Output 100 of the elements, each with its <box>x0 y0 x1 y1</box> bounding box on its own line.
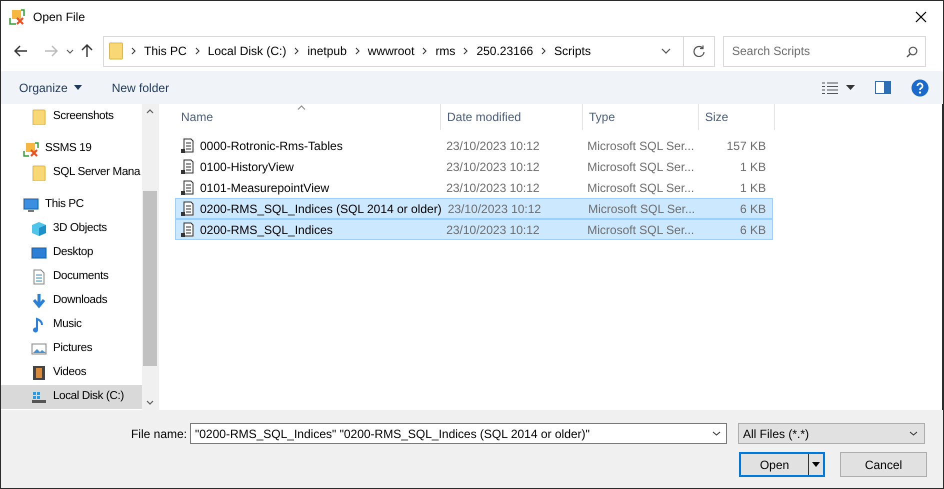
folder-icon <box>31 165 47 181</box>
preview-pane-button[interactable] <box>875 81 891 94</box>
script-file-icon <box>180 222 194 238</box>
navigation-item[interactable]: Screenshots <box>1 105 142 129</box>
scroll-down-icon[interactable] <box>146 400 154 405</box>
chevron-icon[interactable] <box>294 47 300 55</box>
scrollbar-thumb[interactable] <box>143 191 157 366</box>
column-header[interactable]: Date modified <box>441 104 583 130</box>
details-view-icon <box>822 82 838 94</box>
file-name: 0100-HistoryView <box>200 158 294 176</box>
caret-icon <box>812 462 820 467</box>
file-date: 23/10/2023 10:12 <box>445 138 541 154</box>
file-name: 0200-RMS_SQL_Indices <box>200 222 333 238</box>
search-icon <box>906 46 918 58</box>
navigation-item[interactable]: SQL Server Mana <box>1 161 142 185</box>
organize-menu[interactable]: Organize <box>19 78 82 96</box>
column-header[interactable]: Type <box>583 104 699 130</box>
script-file-icon <box>180 180 194 196</box>
address-bar[interactable]: This PC Local Disk (C:) inetpub wwwroot rms 250.23166 Scripts <box>103 36 715 66</box>
dropdown-caret-icon[interactable] <box>712 431 721 436</box>
document-icon <box>31 269 47 285</box>
caret-icon <box>909 431 918 436</box>
back-arrow-icon <box>14 45 28 57</box>
file-type: Microsoft SQL Ser... <box>587 200 696 218</box>
chevron-icon[interactable] <box>463 47 468 55</box>
caret-icon <box>846 85 855 90</box>
file-row[interactable]: 0200-RMS_SQL_Indices 23/10/2023 10:12 Microsoft SQL Ser... 6 KB <box>175 219 773 240</box>
file-row[interactable]: 0100-HistoryView 23/10/2023 10:12 Microsoft SQL Ser... 1 KB <box>175 156 773 177</box>
chevron-icon[interactable] <box>354 47 360 55</box>
breadcrumb[interactable]: 250.23166 <box>476 42 534 60</box>
drive-icon <box>31 389 47 405</box>
script-file-icon <box>180 138 194 154</box>
dropdown-caret-icon[interactable] <box>661 48 671 54</box>
file-name-field[interactable]: "0200-RMS_SQL_Indices" "0200-RMS_SQL_Indices (SQL 2014 or older)" <box>190 423 727 444</box>
file-size: 1 KB <box>738 158 767 176</box>
column-header[interactable]: Name <box>175 104 441 130</box>
chevron-icon[interactable] <box>541 47 546 55</box>
breadcrumb[interactable]: This PC <box>144 42 187 60</box>
up-arrow-icon <box>81 44 93 58</box>
scroll-up-icon[interactable] <box>146 109 154 114</box>
breadcrumb[interactable]: rms <box>435 42 456 60</box>
file-size: 6 KB <box>738 200 767 218</box>
navigation-item[interactable]: Desktop <box>1 241 142 265</box>
folder-icon <box>109 42 123 60</box>
column-header[interactable]: Size <box>699 104 775 130</box>
file-size: 6 KB <box>738 222 767 238</box>
film-icon <box>31 365 47 381</box>
navigation-item[interactable]: Videos <box>1 361 142 385</box>
file-type: Microsoft SQL Ser... <box>586 180 696 196</box>
navigation-item[interactable]: This PC <box>1 193 142 217</box>
script-file-icon <box>180 158 194 174</box>
navigation-item[interactable]: Downloads <box>1 289 142 313</box>
navigation-item[interactable]: Local Disk (C:) <box>1 385 142 409</box>
file-name: 0200-RMS_SQL_Indices (SQL 2014 or older) <box>200 200 442 218</box>
caret-icon <box>66 48 74 54</box>
file-name-label: File name: <box>130 426 187 442</box>
search-field[interactable]: Search Scripts <box>723 36 926 66</box>
file-row[interactable]: 0200-RMS_SQL_Indices (SQL 2014 or older) 23/10/2023 10:12 Microsoft SQL Ser... 6 KB <box>175 198 773 219</box>
file-name: 0101-MeasurepointView <box>200 180 330 196</box>
navigation-item[interactable]: Pictures <box>1 337 142 361</box>
new-folder-button[interactable]: New folder <box>112 78 170 96</box>
file-date: 23/10/2023 10:12 <box>446 200 542 218</box>
breadcrumb[interactable]: inetpub <box>307 42 347 60</box>
picture-icon <box>31 341 47 357</box>
cube-icon <box>31 221 47 237</box>
file-date: 23/10/2023 10:12 <box>445 180 541 196</box>
chevron-icon[interactable] <box>422 47 428 55</box>
file-size: 157 KB <box>726 138 767 154</box>
file-type-dropdown[interactable]: All Files (*.*) <box>738 423 925 444</box>
view-options-button[interactable] <box>822 82 855 94</box>
help-icon <box>911 78 929 96</box>
file-row[interactable]: 0101-MeasurepointView 23/10/2023 10:12 Microsoft SQL Ser... 1 KB <box>175 177 773 198</box>
chevron-icon[interactable] <box>194 47 200 55</box>
file-size: 1 KB <box>738 180 767 196</box>
file-name: 0000-Rotronic-Rms-Tables <box>200 138 343 154</box>
navigation-item[interactable]: 3D Objects <box>1 217 142 241</box>
file-row[interactable]: 0000-Rotronic-Rms-Tables 23/10/2023 10:12 Microsoft SQL Ser... 157 KB <box>175 135 773 156</box>
script-file-icon <box>180 200 194 216</box>
file-date: 23/10/2023 10:12 <box>445 222 541 238</box>
navigation-item[interactable]: SSMS 19 <box>1 137 142 161</box>
preview-pane-icon <box>875 81 891 94</box>
breadcrumb[interactable]: wwwroot <box>368 42 414 60</box>
navigation-item[interactable]: Music <box>1 313 142 337</box>
file-type: Microsoft SQL Ser... <box>586 138 696 154</box>
download-arrow-icon <box>31 293 47 309</box>
chevron-icon[interactable] <box>131 47 136 55</box>
app-icon <box>23 141 39 157</box>
sort-indicator-icon <box>297 105 306 110</box>
breadcrumb[interactable]: Scripts <box>554 42 591 60</box>
app-icon <box>9 8 25 24</box>
cancel-button[interactable]: Cancel <box>840 452 927 477</box>
refresh-icon <box>693 45 705 57</box>
navigation-item[interactable]: Documents <box>1 265 142 289</box>
folder-icon <box>31 109 47 125</box>
desktop-icon <box>31 245 47 261</box>
forward-arrow-icon <box>44 45 58 57</box>
help-button[interactable] <box>911 78 929 96</box>
computer-icon <box>23 197 39 213</box>
breadcrumb[interactable]: Local Disk (C:) <box>208 42 286 60</box>
caret-icon <box>74 85 82 90</box>
